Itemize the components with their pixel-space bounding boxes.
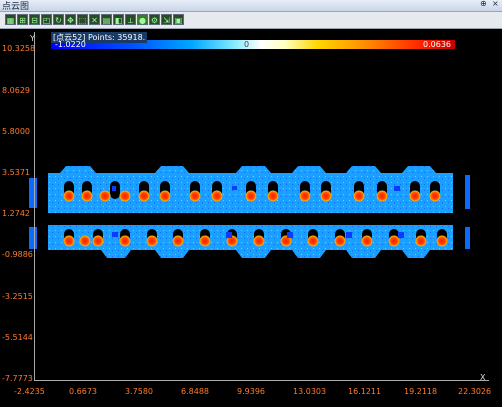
x-tick-label: 13.0303 (293, 387, 327, 396)
y-tick-label: -5.5144 (2, 333, 33, 342)
y-tick-label: -0.9886 (2, 250, 33, 259)
y-tick-label: 1.2742 (2, 209, 30, 218)
legend-max: 0.0636 (423, 40, 451, 49)
y-axis-name: Y (30, 34, 35, 43)
y-tick-label: 10.3258 (2, 44, 36, 53)
x-tick-label: 6.8488 (181, 387, 209, 396)
y-tick-label: 3.5371 (2, 168, 30, 177)
x-tick-label: 3.7580 (125, 387, 153, 396)
x-tick-label: -2.4235 (14, 387, 45, 396)
x-axis (34, 380, 489, 381)
y-tick-label: 8.0629 (2, 86, 30, 95)
y-tick-label: 5.8000 (2, 127, 30, 136)
x-tick-label: 19.2118 (404, 387, 438, 396)
x-tick-label: 16.1211 (348, 387, 382, 396)
color-legend: [点云52] Points: 35918. -1.0220 0 0.0636 (51, 32, 455, 49)
x-tick-label: 0.6673 (69, 387, 97, 396)
x-tick-label: 22.3026 (458, 387, 492, 396)
point-cloud-render (29, 166, 470, 258)
y-axis (34, 32, 35, 381)
y-tick-label: -3.2515 (2, 292, 33, 301)
y-tick-label: -7.7773 (2, 374, 33, 383)
x-axis-name: X (480, 373, 486, 382)
x-tick-label: 9.9396 (237, 387, 265, 396)
legend-mid: 0 (244, 40, 250, 49)
lower-hotspots (63, 235, 448, 247)
legend-min: -1.0220 (55, 40, 86, 49)
